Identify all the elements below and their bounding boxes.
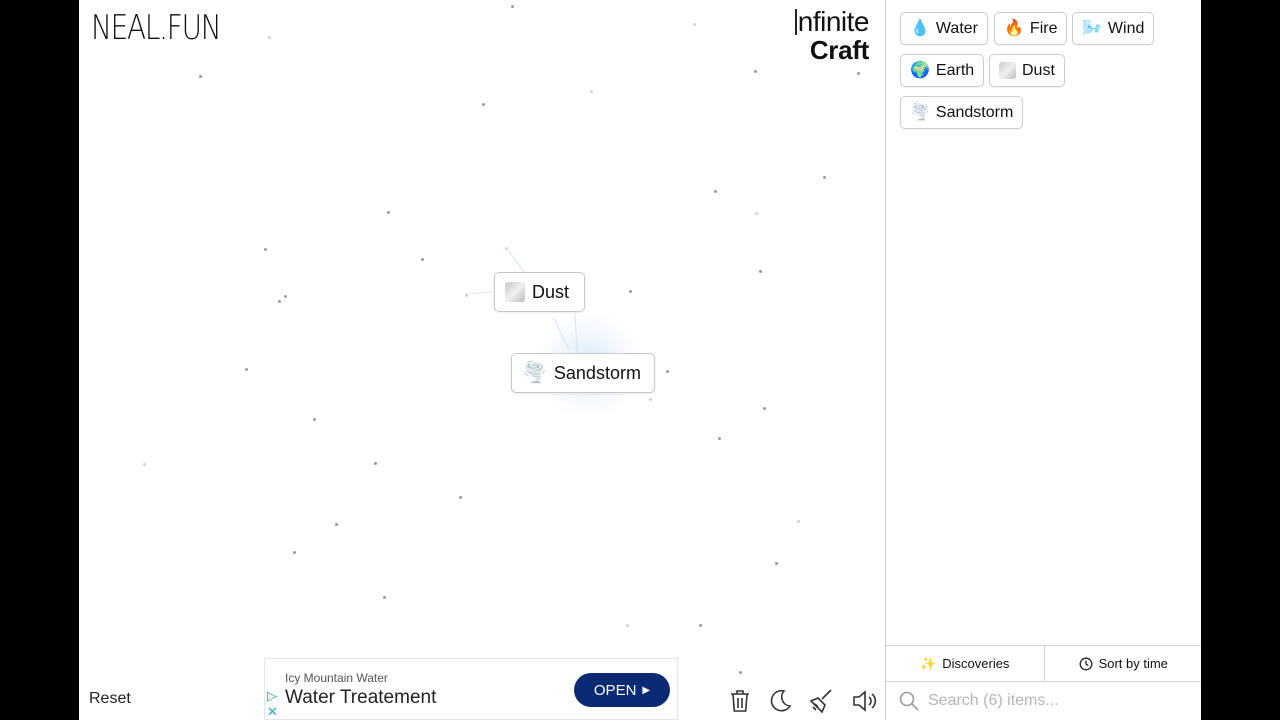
clock-icon — [1079, 657, 1093, 670]
canvas-item-sandstorm[interactable]: 🌪️ Sandstorm — [511, 353, 655, 393]
sort-by-time-button[interactable]: Sort by time — [1043, 646, 1201, 681]
sort-label: Sort by time — [1098, 656, 1168, 671]
chevron-right-icon: ▶ — [642, 684, 651, 696]
ad-close-icon[interactable]: ✕ — [267, 704, 278, 720]
wind-icon: 🌬️ — [1082, 19, 1102, 37]
tornado-icon: 🌪️ — [522, 362, 547, 384]
sidebar-controls: ✨ Discoveries Sort by time — [886, 645, 1201, 682]
ad-open-label: OPEN — [593, 681, 637, 699]
items-sidebar[interactable]: 💧 Water 🔥 Fire 🌬️ Wind 🌍 Earth Dust 🌪️ S… — [885, 0, 1201, 720]
app-frame: NEAL.FUN nfinite Craft Dust 🌪️ Sandstorm… — [79, 0, 1201, 720]
sidebar-item-fire[interactable]: 🔥 Fire — [994, 12, 1068, 45]
moon-icon[interactable] — [765, 686, 795, 716]
ad-headline: Water Treatement — [285, 687, 437, 708]
sidebar-item-label: Sandstorm — [935, 103, 1014, 121]
reset-button[interactable]: Reset — [89, 690, 131, 708]
water-drop-icon: 💧 — [910, 19, 930, 37]
broom-icon[interactable] — [807, 686, 837, 716]
discoveries-button[interactable]: ✨ Discoveries — [886, 646, 1044, 681]
search-input[interactable] — [926, 690, 1180, 711]
dust-icon — [999, 62, 1016, 79]
sidebar-item-sandstorm[interactable]: 🌪️ Sandstorm — [900, 96, 1024, 129]
earth-globe-icon: 🌍 — [910, 61, 930, 79]
sidebar-item-label: Wind — [1107, 19, 1145, 37]
ad-choices-icon[interactable]: ▷ — [267, 688, 277, 704]
sidebar-item-wind[interactable]: 🌬️ Wind — [1072, 12, 1155, 45]
canvas-item-label: Sandstorm — [553, 362, 641, 383]
ad-banner[interactable]: ▷ ✕ Icy Mountain Water Water Treatement … — [264, 658, 678, 720]
sidebar-item-label: Earth — [935, 61, 975, 79]
canvas-item-label: Dust — [532, 281, 570, 302]
trash-icon[interactable] — [725, 686, 755, 716]
sidebar-item-label: Water — [935, 19, 978, 37]
sidebar-item-label: Fire — [1029, 19, 1058, 37]
tornado-icon: 🌪️ — [910, 103, 930, 121]
sidebar-item-label: Dust — [1022, 61, 1055, 79]
sidebar-item-earth[interactable]: 🌍 Earth — [900, 54, 985, 87]
discoveries-label: Discoveries — [942, 656, 1010, 671]
fire-icon: 🔥 — [1004, 19, 1024, 37]
speaker-icon[interactable] — [849, 686, 879, 716]
dust-icon — [505, 282, 525, 302]
sidebar-item-water[interactable]: 💧 Water — [900, 12, 988, 45]
ad-advertiser: Icy Mountain Water — [285, 671, 388, 685]
sidebar-item-dust[interactable]: Dust — [989, 54, 1065, 87]
craft-canvas[interactable]: NEAL.FUN nfinite Craft Dust 🌪️ Sandstorm… — [79, 0, 885, 720]
ad-open-button[interactable]: OPEN ▶ — [574, 673, 670, 707]
search-icon — [899, 691, 919, 711]
particle-lines — [464, 246, 578, 353]
canvas-item-dust[interactable]: Dust — [494, 272, 585, 312]
sparkle-icon: ✨ — [920, 655, 937, 671]
search-bar — [886, 681, 1201, 720]
